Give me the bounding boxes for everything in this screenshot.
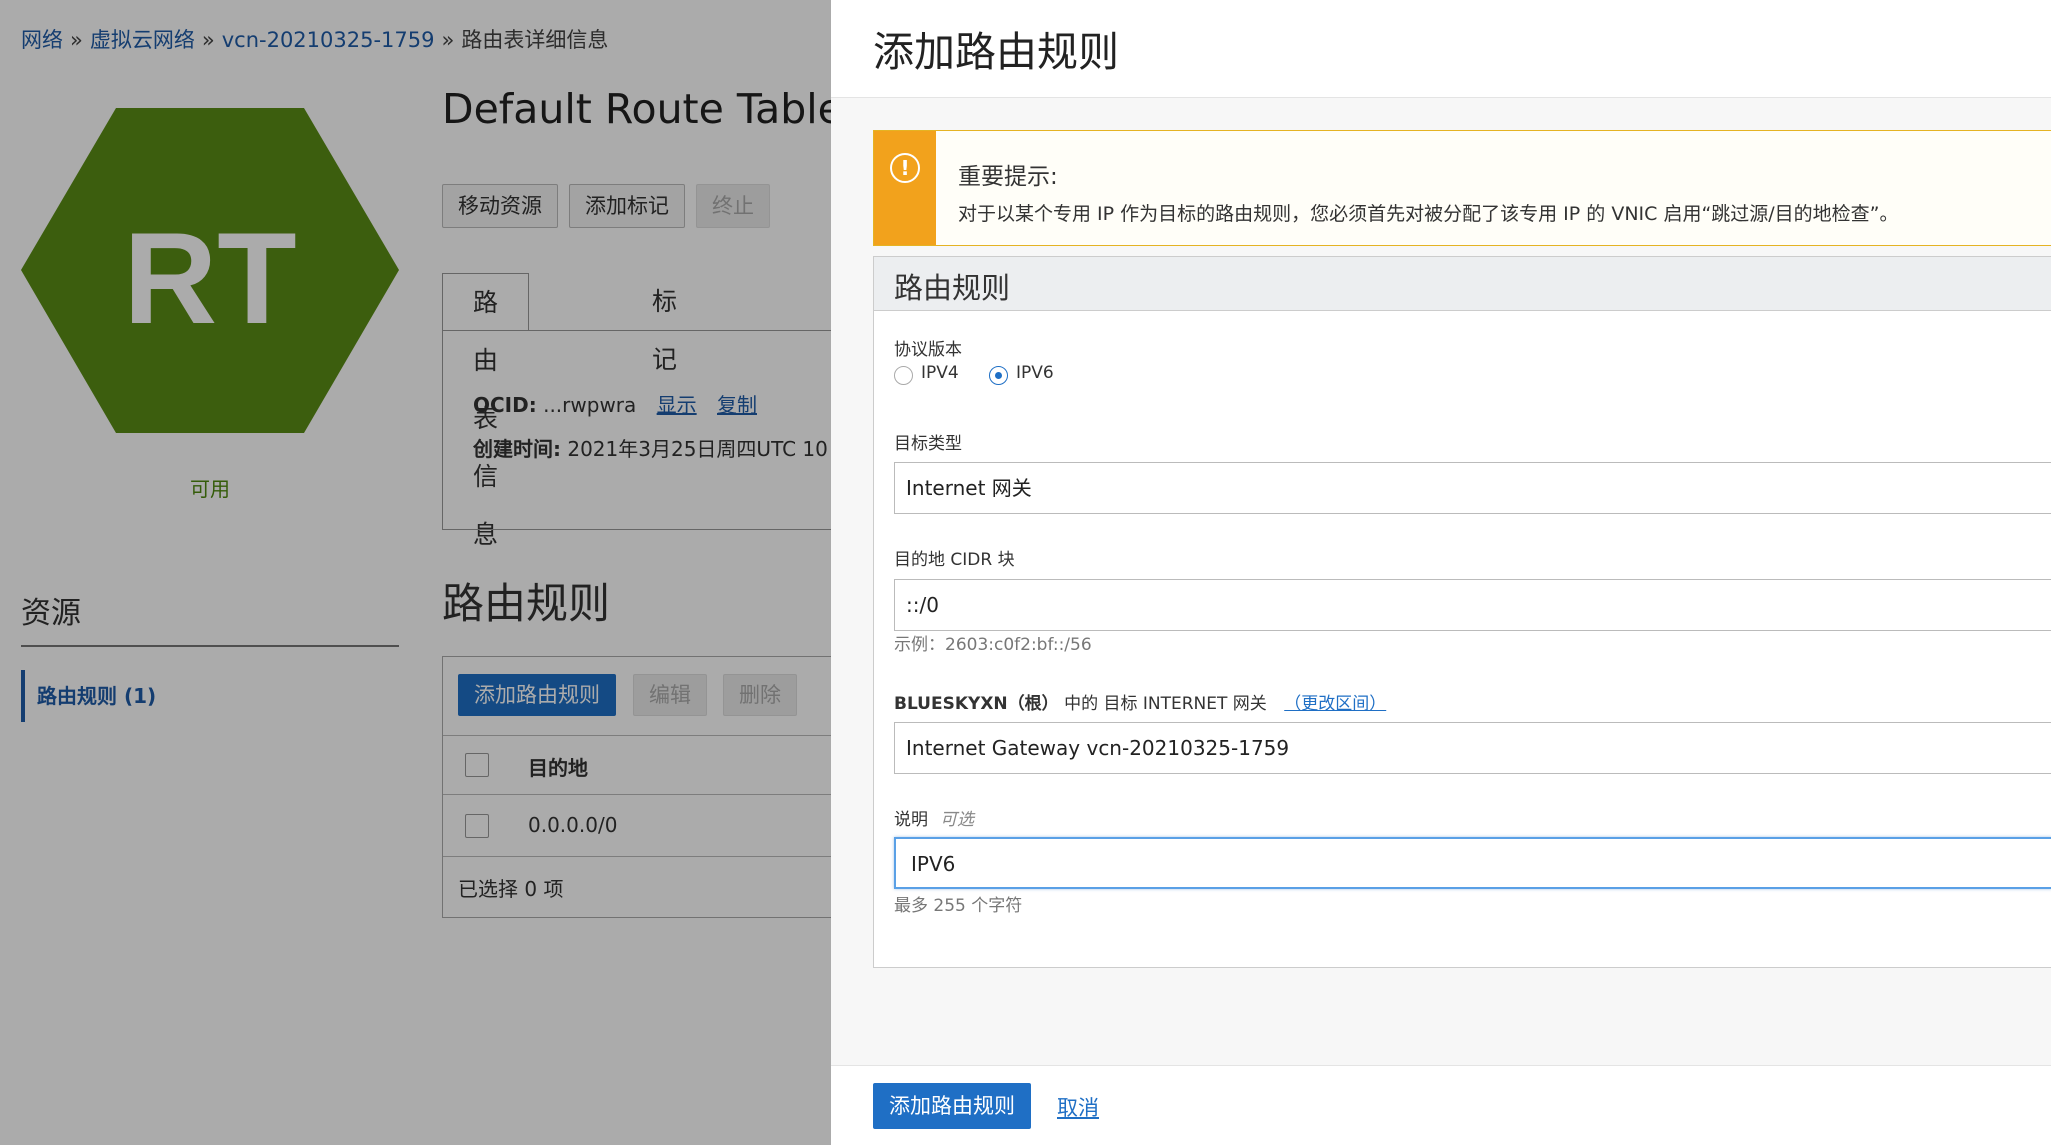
add-route-rule-button[interactable]: 添加路由规则 [458,674,616,716]
tab-tags[interactable]: 标记 [622,273,707,374]
terminate-button[interactable]: 终止 [696,184,770,228]
ocid-value: ...rwpwra [543,393,637,417]
table-row: 0.0.0.0/0 [443,795,843,857]
description-input[interactable]: IPV6 [894,837,2051,889]
change-compartment-link[interactable]: （更改区间） [1284,694,1386,714]
row-checkbox[interactable] [465,814,489,838]
table-header-row: 目的地 [443,735,843,795]
warning-banner: ! 重要提示: 对于以某个专用 IP 作为目标的路由规则，您必须首先对被分配了该… [873,130,2051,246]
breadcrumb-current: 路由表详细信息 [461,28,609,52]
route-table-info-panel: OCID: ...rwpwra 显示 复制 创建时间: 2021年3月25日周四… [442,330,842,530]
breadcrumb-link-vcn-list[interactable]: 虚拟云网络 [90,28,195,52]
breadcrumb-link-network[interactable]: 网络 [21,28,63,52]
radio-ipv6[interactable] [989,366,1008,385]
resources-heading: 资源 [21,596,81,631]
hexagon-icon-text: RT [123,205,296,351]
breadcrumb-separator: » [441,28,455,52]
select-all-checkbox[interactable] [465,753,489,777]
cancel-link[interactable]: 取消 [1057,1092,1099,1122]
section-header: 路由规则 [874,257,2051,311]
description-hint: 最多 255 个字符 [894,896,1023,916]
panel-footer-divider [831,1065,2051,1066]
description-label-text: 说明 [894,810,928,830]
page-title: Default Route Table f [442,85,871,133]
route-rules-heading: 路由规则 [442,579,611,628]
radio-ipv4[interactable] [894,366,913,385]
breadcrumb-separator: » [70,28,83,52]
route-rules-table: 添加路由规则 编辑 删除 目的地 0.0.0.0/0 已选择 0 项 [442,656,843,918]
cidr-label: 目的地 CIDR 块 [894,550,1015,570]
column-header-destination: 目的地 [528,756,588,780]
ocid-copy-link[interactable]: 复制 [717,393,757,417]
edit-rule-button[interactable]: 编辑 [633,674,707,716]
cidr-input[interactable]: ::/0 [894,579,2051,631]
ocid-label: OCID: [473,393,537,417]
add-route-rule-panel: 添加路由规则 ! 重要提示: 对于以某个专用 IP 作为目标的路由规则，您必须首… [831,0,2051,1145]
panel-title: 添加路由规则 [873,28,1119,76]
created-value: 2021年3月25日周四UTC 10 [567,437,828,461]
created-label: 创建时间: [473,437,561,461]
breadcrumb: 网络» 虚拟云网络» vcn-20210325-1759» 路由表详细信息 [21,24,608,54]
radio-ipv4-label[interactable]: IPV4 [921,363,959,383]
gateway-label-text: 中的 目标 INTERNET 网关 [1064,694,1267,714]
route-rule-section: 路由规则 协议版本 IPV4 IPV6 目标类型 Internet 网关 目的地… [873,256,2051,968]
move-resource-button[interactable]: 移动资源 [442,184,558,228]
tab-route-table-info[interactable]: 路由表信息 [442,273,530,549]
selected-count: 已选择 0 项 [458,877,564,901]
exclamation-icon: ! [890,153,920,183]
warning-bar: ! [874,131,936,245]
cidr-example: 示例：2603:c0f2:bf::/56 [894,635,1092,655]
description-optional: 可选 [940,810,974,830]
delete-rule-button[interactable]: 删除 [723,674,797,716]
add-tags-button[interactable]: 添加标记 [569,184,685,228]
submit-add-rule-button[interactable]: 添加路由规则 [873,1083,1031,1129]
target-type-select[interactable]: Internet 网关 [894,462,2051,514]
status-text: 可用 [190,477,230,501]
gateway-label: BLUESKYXN（根） 中的 目标 INTERNET 网关 （更改区间） [894,689,1386,714]
sidebar-item-route-rules[interactable]: 路由规则 (1) [21,670,156,722]
ocid-row: OCID: ...rwpwra 显示 复制 [473,389,757,418]
warning-title: 重要提示: [958,164,1058,190]
row-destination: 0.0.0.0/0 [528,813,618,837]
created-row: 创建时间: 2021年3月25日周四UTC 10 [473,433,828,462]
radio-ipv6-label[interactable]: IPV6 [1016,363,1054,383]
gateway-select[interactable]: Internet Gateway vcn-20210325-1759 [894,722,2051,774]
ocid-show-link[interactable]: 显示 [657,393,697,417]
section-title: 路由规则 [894,271,1011,305]
protocol-label: 协议版本 [894,340,962,360]
breadcrumb-link-vcn[interactable]: vcn-20210325-1759 [222,28,435,52]
resources-divider [21,645,399,647]
gateway-compartment: BLUESKYXN（根） [894,694,1059,714]
target-type-label: 目标类型 [894,434,962,454]
description-label: 说明 可选 [894,805,974,830]
route-table-hexagon-icon: RT [21,108,399,433]
breadcrumb-separator: » [201,28,215,52]
warning-text: 对于以某个专用 IP 作为目标的路由规则，您必须首先对被分配了该专用 IP 的 … [958,203,1899,225]
